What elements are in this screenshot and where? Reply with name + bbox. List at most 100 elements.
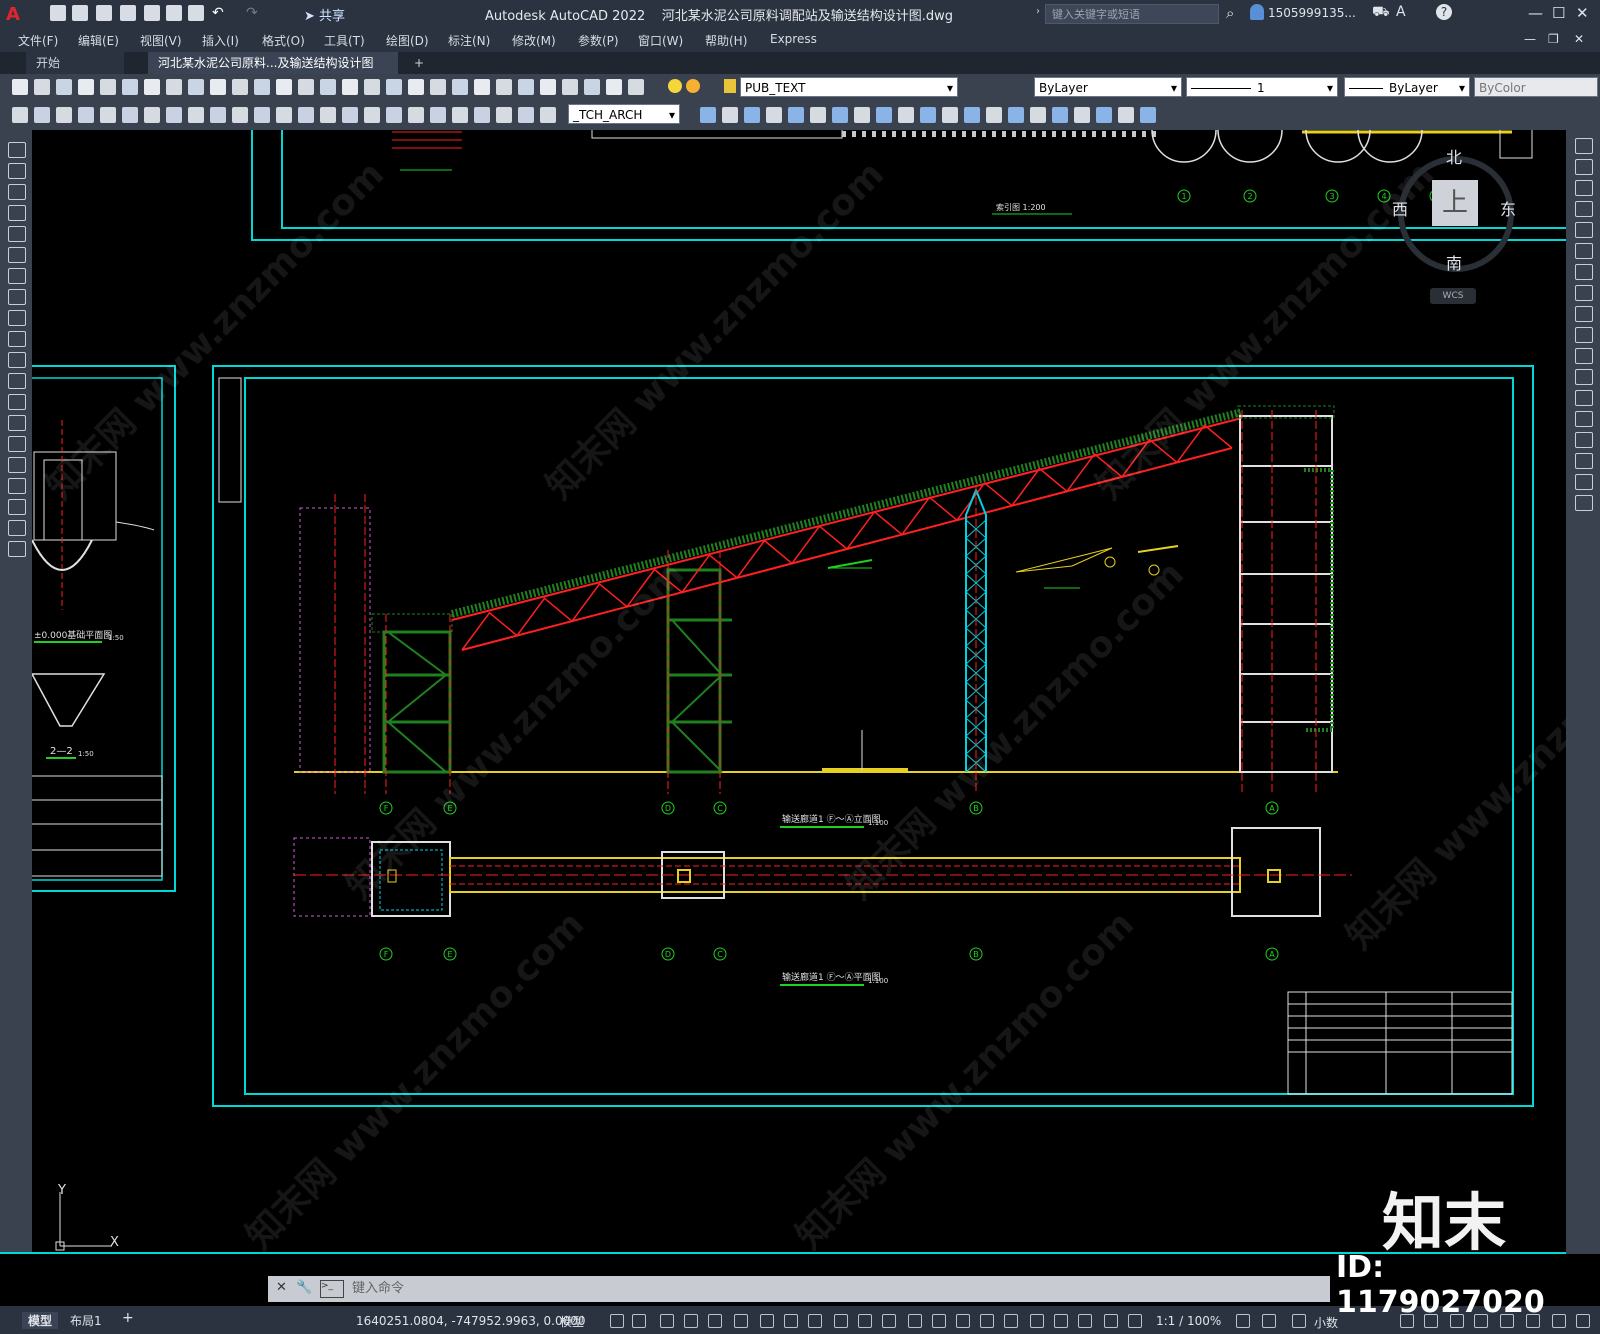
save-icon[interactable]: [96, 5, 112, 21]
draw-tool-icon[interactable]: [8, 499, 26, 515]
tab-model[interactable]: 模型: [22, 1312, 59, 1329]
standard-tool-icon[interactable]: [562, 79, 578, 95]
menu-file[interactable]: 文件(F): [18, 32, 58, 49]
viewcube-west[interactable]: 西: [1392, 196, 1408, 220]
modify-tool-icon[interactable]: [1140, 107, 1156, 123]
new-tab-button[interactable]: +: [404, 52, 434, 74]
menu-dimension[interactable]: 标注(N): [448, 32, 490, 49]
modify-tool-icon[interactable]: [1575, 285, 1593, 301]
status-toggle-icon[interactable]: [980, 1314, 994, 1328]
menu-parametric[interactable]: 参数(P): [578, 32, 619, 49]
status-toggle-icon[interactable]: [784, 1314, 798, 1328]
standard-tool-icon[interactable]: [320, 79, 336, 95]
modify-tool-icon[interactable]: [166, 107, 182, 123]
status-toggle-icon[interactable]: [1128, 1314, 1142, 1328]
draw-tool-icon[interactable]: [8, 142, 26, 158]
modify-tool-icon[interactable]: [1575, 495, 1593, 511]
modify-tool-icon[interactable]: [1575, 264, 1593, 280]
standard-tool-icon[interactable]: [34, 79, 50, 95]
viewcube-east[interactable]: 东: [1500, 196, 1516, 220]
modify-tool-icon[interactable]: [122, 107, 138, 123]
search-icon[interactable]: ⌕: [1226, 4, 1234, 22]
modify-tool-icon[interactable]: [986, 107, 1002, 123]
standard-tool-icon[interactable]: [474, 79, 490, 95]
modify-tool-icon[interactable]: [320, 107, 336, 123]
standard-tool-icon[interactable]: [452, 79, 468, 95]
modify-tool-icon[interactable]: [1030, 107, 1046, 123]
lineweight-dropdown[interactable]: ByLayer ▾: [1344, 77, 1470, 97]
status-toggle-icon[interactable]: [1004, 1314, 1018, 1328]
modify-tool-icon[interactable]: [496, 107, 512, 123]
modify-tool-icon[interactable]: [1575, 348, 1593, 364]
standard-tool-icon[interactable]: [496, 79, 512, 95]
modify-tool-icon[interactable]: [474, 107, 490, 123]
draw-tool-icon[interactable]: [8, 289, 26, 305]
status-toggle-icon[interactable]: [1104, 1314, 1118, 1328]
standard-tool-icon[interactable]: [430, 79, 446, 95]
status-toggle-icon[interactable]: [684, 1314, 698, 1328]
standard-tool-icon[interactable]: [408, 79, 424, 95]
new-file-icon[interactable]: [50, 5, 66, 21]
user-account[interactable]: 1505999135...: [1268, 6, 1356, 20]
modify-tool-icon[interactable]: [1575, 411, 1593, 427]
status-toggle-icon[interactable]: [632, 1314, 646, 1328]
standard-tool-icon[interactable]: [342, 79, 358, 95]
status-toggle-icon[interactable]: [956, 1314, 970, 1328]
modify-tool-icon[interactable]: [144, 107, 160, 123]
status-toggle-icon[interactable]: [882, 1314, 896, 1328]
print-icon[interactable]: [188, 5, 204, 21]
modify-tool-icon[interactable]: [12, 107, 28, 123]
standard-tool-icon[interactable]: [166, 79, 182, 95]
standard-tool-icon[interactable]: [188, 79, 204, 95]
status-toggle-icon[interactable]: [1030, 1314, 1044, 1328]
standard-tool-icon[interactable]: [56, 79, 72, 95]
annotation-scale[interactable]: 1:1 / 100%: [1156, 1314, 1221, 1328]
draw-tool-icon[interactable]: [8, 226, 26, 242]
standard-tool-icon[interactable]: [232, 79, 248, 95]
status-toggle-icon[interactable]: [834, 1314, 848, 1328]
modify-tool-icon[interactable]: [920, 107, 936, 123]
standard-tool-icon[interactable]: [122, 79, 138, 95]
modify-tool-icon[interactable]: [700, 107, 716, 123]
draw-tool-icon[interactable]: [8, 310, 26, 326]
model-space-button[interactable]: 模型: [560, 1313, 584, 1330]
menu-modify[interactable]: 修改(M): [512, 32, 556, 49]
menu-express[interactable]: Express: [770, 32, 817, 46]
standard-tool-icon[interactable]: [210, 79, 226, 95]
cart-icon[interactable]: ⛟: [1372, 4, 1390, 22]
color-dropdown[interactable]: ByLayer ▾: [1034, 77, 1182, 97]
tab-layout1[interactable]: 布局1: [70, 1312, 102, 1329]
maximize-icon[interactable]: ☐: [1552, 4, 1565, 22]
tab-document[interactable]: 河北某水泥公司原料...及输送结构设计图*✕: [148, 52, 398, 92]
status-toggle-icon[interactable]: [1078, 1314, 1092, 1328]
menu-window[interactable]: 窗口(W): [638, 32, 683, 49]
standard-tool-icon[interactable]: [276, 79, 292, 95]
standard-tool-icon[interactable]: [386, 79, 402, 95]
draw-tool-icon[interactable]: [8, 436, 26, 452]
menu-tools[interactable]: 工具(T): [324, 32, 365, 49]
draw-tool-icon[interactable]: [8, 184, 26, 200]
help-icon[interactable]: ?: [1436, 4, 1452, 20]
standard-tool-icon[interactable]: [364, 79, 380, 95]
redo-icon[interactable]: ↷: [246, 5, 258, 21]
modify-tool-icon[interactable]: [1575, 453, 1593, 469]
close-icon[interactable]: ✕: [1576, 4, 1589, 22]
textstyle-dropdown[interactable]: _TCH_ARCH ▾: [568, 104, 680, 124]
draw-tool-icon[interactable]: [8, 394, 26, 410]
standard-tool-icon[interactable]: [78, 79, 94, 95]
undo-icon[interactable]: ↶: [212, 5, 224, 21]
status-toggle-icon[interactable]: [1236, 1314, 1250, 1328]
open-file-icon[interactable]: [72, 5, 88, 21]
standard-tool-icon[interactable]: [584, 79, 600, 95]
modify-tool-icon[interactable]: [298, 107, 314, 123]
status-toggle-icon[interactable]: [1054, 1314, 1068, 1328]
modify-tool-icon[interactable]: [810, 107, 826, 123]
share-button[interactable]: ➤ 共享: [304, 5, 345, 24]
menu-help[interactable]: 帮助(H): [705, 32, 747, 49]
status-toggle-icon[interactable]: [660, 1314, 674, 1328]
standard-tool-icon[interactable]: [144, 79, 160, 95]
modify-tool-icon[interactable]: [788, 107, 804, 123]
viewcube-top-face[interactable]: 上: [1432, 180, 1478, 226]
wcs-button[interactable]: WCS: [1430, 288, 1476, 304]
modify-tool-icon[interactable]: [1575, 474, 1593, 490]
